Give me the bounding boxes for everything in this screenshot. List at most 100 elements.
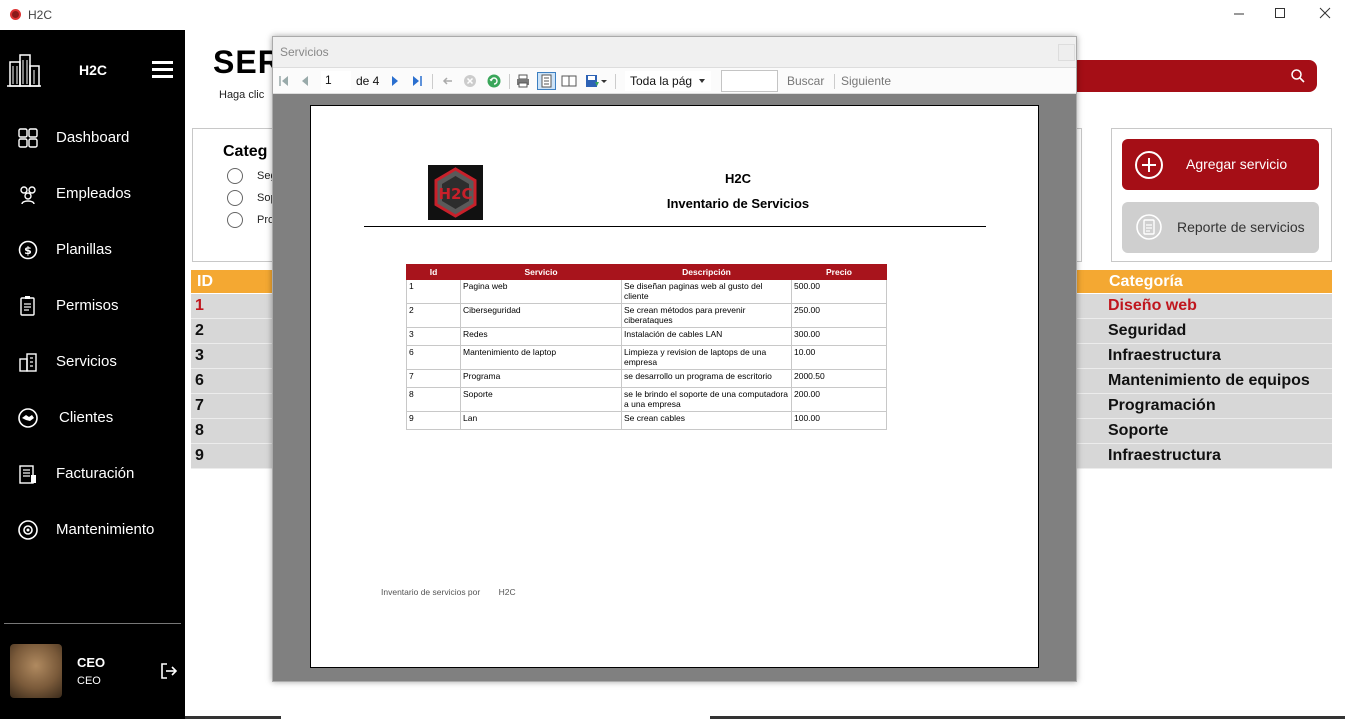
report-cell: se le brindo el soporte de una computado…: [621, 387, 792, 412]
print-icon[interactable]: [515, 73, 531, 89]
refresh-icon[interactable]: [486, 73, 502, 89]
search-icon[interactable]: [1290, 68, 1306, 84]
back-icon[interactable]: [440, 73, 456, 89]
first-page-icon[interactable]: [276, 73, 292, 89]
find-next-button[interactable]: Siguiente: [841, 74, 891, 88]
maximize-icon: [1275, 8, 1285, 18]
sidebar-item-label: Planillas: [56, 241, 112, 258]
permissions-icon: [20, 296, 35, 316]
report-cell: Lan: [460, 411, 622, 430]
dialog-title: Servicios: [280, 45, 329, 59]
report-cell: 1: [406, 279, 461, 304]
report-canvas: H2C H2C Inventario de Servicios Id Servi…: [273, 94, 1076, 681]
cell-id: 2: [195, 322, 204, 339]
radio-button[interactable]: [227, 190, 243, 206]
toolbar-separator: [834, 74, 835, 89]
export-icon[interactable]: [584, 73, 600, 89]
report-cell: Pagina web: [460, 279, 622, 304]
report-col-description: Descripción: [621, 264, 792, 280]
report-cell: 8: [406, 387, 461, 412]
billing-icon: [19, 465, 36, 484]
app-logo-icon: [10, 9, 21, 20]
logout-icon[interactable]: [158, 661, 178, 681]
page-hint: Haga clic: [219, 89, 265, 101]
chevron-down-icon: [699, 79, 705, 83]
cell-category: Mantenimiento de equipos: [1108, 372, 1310, 389]
find-button[interactable]: Buscar: [787, 74, 824, 88]
sidebar-item-planillas[interactable]: $ Planillas: [0, 230, 185, 270]
report-cell: 7: [406, 369, 461, 388]
sidebar-item-facturacion[interactable]: Facturación: [0, 454, 185, 494]
sidebar-brand: H2C: [79, 62, 108, 78]
report-header-row: Id Servicio Descripción Precio: [406, 264, 887, 280]
service-report-label: Reporte de servicios: [1177, 219, 1305, 235]
page-count: de 4: [356, 74, 380, 88]
report-cell: 9: [406, 411, 461, 430]
export-dropdown-icon[interactable]: [600, 73, 608, 89]
zoom-value: Toda la pág: [630, 74, 693, 88]
sidebar-item-clientes[interactable]: Clientes: [0, 398, 185, 438]
close-window-button[interactable]: [1314, 4, 1336, 24]
search-input[interactable]: [1060, 60, 1317, 92]
building-logo-icon: [7, 54, 41, 87]
minimize-icon: [1234, 13, 1244, 15]
close-icon: [1319, 7, 1331, 19]
sidebar-item-label: Empleados: [56, 185, 132, 202]
cell-id: 6: [195, 372, 204, 389]
report-col-price: Precio: [791, 264, 887, 280]
sidebar-item-dashboard[interactable]: Dashboard: [0, 118, 185, 158]
minimize-button[interactable]: [1228, 4, 1250, 24]
report-cell: 3: [406, 327, 461, 346]
radio-button[interactable]: [227, 168, 243, 184]
report-row: 9 Lan Se crean cables 100.00: [406, 411, 887, 430]
next-page-icon[interactable]: [387, 73, 403, 89]
user-role: CEO: [77, 675, 101, 687]
menu-toggle-icon[interactable]: [152, 61, 173, 78]
maximize-button[interactable]: [1269, 4, 1291, 24]
report-cell: Redes: [460, 327, 622, 346]
page-setup-icon[interactable]: [561, 73, 577, 89]
report-cell: 10.00: [791, 345, 887, 370]
report-cell: Se diseñan paginas web al gusto del clie…: [621, 279, 792, 304]
zoom-select[interactable]: Toda la pág: [625, 71, 711, 91]
report-table: Id Servicio Descripción Precio 1 Pagina …: [406, 264, 887, 430]
report-cell: 200.00: [791, 387, 887, 412]
report-cell: 100.00: [791, 411, 887, 430]
sidebar-item-label: Mantenimiento: [56, 521, 155, 538]
maintenance-icon: [18, 520, 38, 540]
radio-button[interactable]: [227, 212, 243, 228]
clipboard-icon: [1136, 214, 1162, 240]
print-layout-icon[interactable]: [537, 72, 556, 90]
report-cell: Se crean métodos para prevenir ciberataq…: [621, 303, 792, 328]
sidebar-item-label: Permisos: [56, 297, 119, 314]
report-cell: se desarrollo un programa de escritorio: [621, 369, 792, 388]
column-header-category[interactable]: Categoría: [1109, 273, 1183, 291]
cell-category: Seguridad: [1108, 322, 1187, 339]
stop-icon[interactable]: [462, 73, 478, 89]
cell-category: Infraestructura: [1108, 447, 1221, 464]
report-footer: Inventario de servicios por H2C: [381, 587, 516, 597]
sidebar-item-permisos[interactable]: Permisos: [0, 286, 185, 326]
report-row: 8 Soporte se le brindo el soporte de una…: [406, 387, 887, 412]
cell-category: Diseño web: [1108, 297, 1197, 314]
svg-text:$: $: [24, 244, 32, 257]
report-company: H2C: [724, 171, 751, 186]
previous-page-icon[interactable]: [297, 73, 313, 89]
report-cell: 250.00: [791, 303, 887, 328]
report-cell: Mantenimiento de laptop: [460, 345, 622, 370]
title-bar: H2C: [0, 0, 1345, 30]
category-title: Categ: [223, 143, 268, 160]
cell-category: Programación: [1108, 397, 1216, 414]
current-page-input[interactable]: 1: [321, 71, 351, 90]
sidebar-item-servicios[interactable]: Servicios: [0, 342, 185, 382]
sidebar-item-mantenimiento[interactable]: Mantenimiento: [0, 510, 185, 550]
find-text-input[interactable]: [721, 70, 778, 92]
sidebar-item-label: Facturación: [56, 465, 135, 482]
app-window: H2C H2C Dashboard Empleados $ Planillas …: [0, 0, 1345, 719]
dialog-close-button[interactable]: [1058, 44, 1075, 61]
column-header-id[interactable]: ID: [197, 273, 213, 291]
cell-id: 7: [195, 397, 204, 414]
report-viewer-dialog: Servicios 1 de 4 Toda la pág Buscar Sigu…: [272, 36, 1077, 682]
last-page-icon[interactable]: [409, 73, 425, 89]
sidebar-item-empleados[interactable]: Empleados: [0, 174, 185, 214]
